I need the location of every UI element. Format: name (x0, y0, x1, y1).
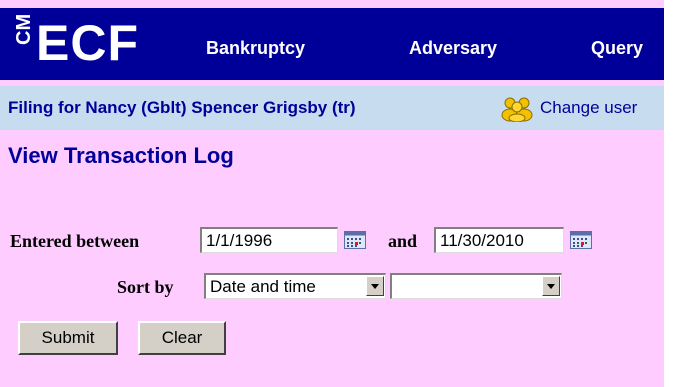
logo-cm-text: CM (13, 13, 35, 45)
nav-adversary[interactable]: Adversary (409, 38, 497, 59)
submit-button[interactable]: Submit (18, 321, 118, 355)
page-title: View Transaction Log (8, 143, 234, 168)
filing-bar: Filing for Nancy (Gblt) Spencer Grigsby … (0, 86, 664, 130)
top-navbar: CM ECF Bankruptcy Adversary Query (0, 8, 664, 80)
sort-by-label: Sort by (117, 277, 174, 297)
filing-for-text: Filing for Nancy (Gblt) Spencer Grigsby … (8, 98, 356, 117)
sort-primary-value: Date and time (210, 277, 316, 296)
clear-button[interactable]: Clear (138, 321, 226, 355)
sort-primary-select[interactable]: Date and time (204, 273, 386, 299)
change-user-label[interactable]: Change user (540, 98, 637, 118)
chevron-down-icon[interactable] (542, 276, 560, 296)
chevron-down-icon[interactable] (366, 276, 384, 296)
and-label: and (388, 231, 418, 251)
page: CM ECF Bankruptcy Adversary Query Filing… (0, 0, 664, 387)
nav-query[interactable]: Query (591, 38, 643, 59)
people-icon (501, 97, 533, 122)
calendar-icon[interactable] (570, 231, 592, 249)
calendar-icon[interactable] (344, 231, 366, 249)
cmecf-logo: CM ECF (12, 13, 172, 71)
nav-bankruptcy[interactable]: Bankruptcy (206, 38, 305, 59)
start-date-input[interactable] (200, 227, 338, 253)
entered-between-label: Entered between (10, 231, 140, 251)
logo-ecf-text: ECF (36, 15, 139, 71)
sort-secondary-select[interactable] (390, 273, 562, 299)
end-date-input[interactable] (434, 227, 564, 253)
